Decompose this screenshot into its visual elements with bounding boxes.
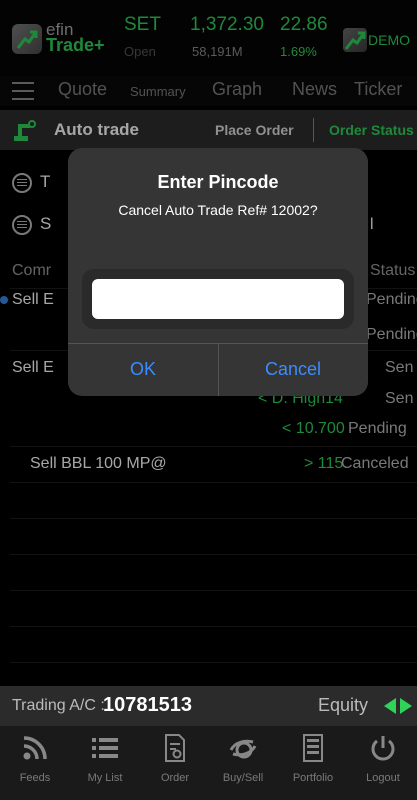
tab-my-list[interactable]: My List xyxy=(74,732,136,784)
tab-order-label: Order xyxy=(160,772,190,784)
portfolio-book-icon xyxy=(303,734,323,762)
cancel-button[interactable]: Cancel xyxy=(218,343,368,396)
dialog-message: Cancel Auto Trade Ref# 12002? xyxy=(118,202,318,218)
buy-sell-coin-icon xyxy=(229,739,257,759)
power-icon xyxy=(371,736,395,761)
tab-order[interactable]: Order xyxy=(144,732,206,784)
account-number[interactable]: 10781513 xyxy=(103,694,192,717)
tab-feeds-label: Feeds xyxy=(19,772,51,784)
account-type[interactable]: Equity xyxy=(318,695,368,716)
list-icon xyxy=(92,738,118,758)
tab-buy-sell-label: Buy/Sell xyxy=(222,772,264,784)
account-label: Trading A/C : xyxy=(12,697,105,714)
account-switch-icon[interactable] xyxy=(384,698,412,714)
tab-logout[interactable]: Logout xyxy=(352,732,414,784)
bottom-tab-bar: Feeds My List Order Buy/Sell Portfolio L… xyxy=(0,726,417,800)
tab-portfolio[interactable]: Portfolio xyxy=(282,732,344,784)
account-bar: Trading A/C : 10781513 Equity xyxy=(0,686,417,726)
ok-button[interactable]: OK xyxy=(68,343,218,396)
order-document-icon xyxy=(165,734,185,762)
pincode-input[interactable] xyxy=(92,279,344,319)
rss-feed-icon xyxy=(23,736,47,760)
tab-portfolio-label: Portfolio xyxy=(292,772,334,784)
dialog-title: Enter Pincode xyxy=(157,172,279,192)
pincode-field-frame xyxy=(82,269,354,329)
tab-my-list-label: My List xyxy=(87,772,123,784)
tab-feeds[interactable]: Feeds xyxy=(4,732,66,784)
tab-logout-label: Logout xyxy=(366,772,400,784)
tab-buy-sell[interactable]: Buy/Sell xyxy=(212,732,274,784)
pincode-dialog: Enter Pincode Cancel Auto Trade Ref# 120… xyxy=(68,148,368,396)
